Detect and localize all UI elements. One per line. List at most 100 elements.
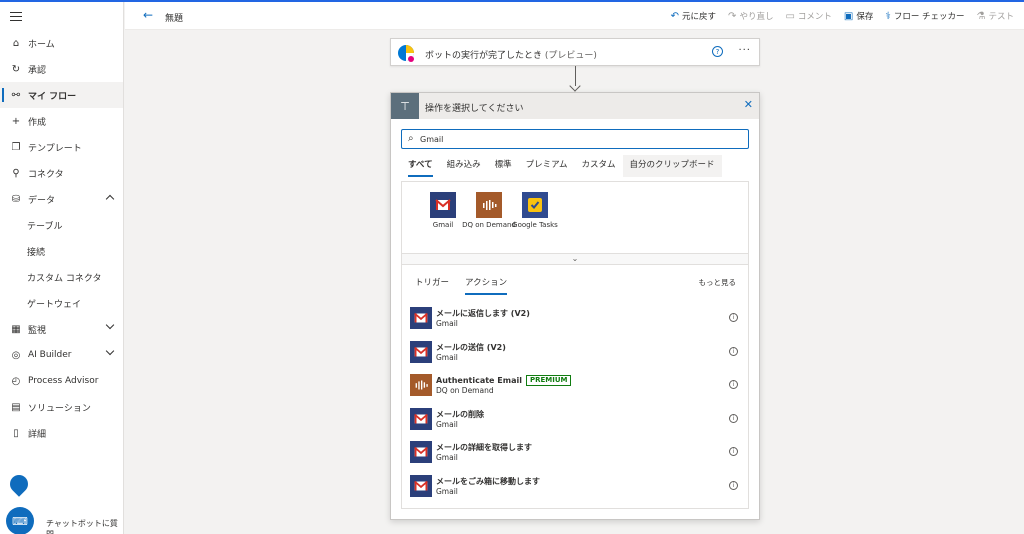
action-connector-name: Gmail: [436, 453, 458, 462]
sidebar-item-monitor[interactable]: ▦ 監視: [0, 316, 123, 342]
close-icon[interactable]: ✕: [744, 98, 753, 111]
redo-icon: ↷: [728, 10, 737, 22]
gmail-icon: [410, 441, 432, 463]
action-name: メールをごみ箱に移動します: [436, 476, 540, 487]
category-tab-5[interactable]: 自分のクリップボード: [622, 155, 722, 177]
sidebar-item-my-flows[interactable]: ⚯ マイ フロー: [0, 82, 123, 108]
sidebar-item-label: 監視: [28, 325, 47, 336]
operation-icon: ⊤: [391, 93, 419, 119]
action-connector-name: DQ on Demand: [436, 386, 494, 395]
comment-icon: ▭: [785, 10, 795, 22]
sidebar-item-label: テンプレート: [28, 143, 82, 154]
info-icon[interactable]: i: [729, 447, 738, 456]
toolbar-button-label: テスト: [988, 12, 1014, 22]
action-item[interactable]: メールをごみ箱に移動します Gmail i: [408, 473, 744, 507]
map-pin-icon: [6, 471, 32, 497]
info-icon[interactable]: i: [729, 480, 738, 490]
action-item[interactable]: メールの詳細を取得します Gmail i: [408, 439, 744, 473]
action-name-label: メールに返信します (V2): [436, 309, 530, 318]
action-results: トリガー アクション もっと見る メールに返信します (V2) Gmail i メールの…: [401, 265, 749, 509]
chatbot-button[interactable]: ⌨: [6, 507, 34, 534]
nav-list: ⌂ ホーム ↻ 承認 ⚯ マイ フロー + 作成 ❐ テンプレート ⚲ コネクタ ⛁ データテーブル接続カ…: [0, 30, 123, 446]
action-item[interactable]: メールの削除 Gmail i: [408, 406, 744, 440]
info-icon[interactable]: i: [729, 346, 738, 356]
connectors-icon: ⚲: [12, 167, 20, 179]
hamburger-menu-icon[interactable]: [10, 12, 22, 22]
dq-on-demand-icon: [476, 192, 502, 218]
sidebar-item-home[interactable]: ⌂ ホーム: [0, 30, 123, 56]
trigger-preview-label: (プレビュー): [544, 51, 597, 61]
action-connector-name: Gmail: [436, 319, 458, 328]
sidebar-item-learn[interactable]: ▯ 詳細: [0, 420, 123, 446]
expand-chevron-icon[interactable]: ⌄: [401, 253, 749, 265]
toolbar-save-button[interactable]: ▣ 保存: [844, 10, 873, 23]
category-tab-0[interactable]: すべて: [401, 155, 440, 177]
approvals-icon: ↻: [11, 63, 21, 75]
action-name-label: メールの送信 (V2): [436, 342, 506, 352]
google-tasks-icon: [522, 192, 548, 218]
see-more-link[interactable]: もっと見る: [699, 277, 737, 288]
sidebar-item-custom-connectors[interactable]: カスタム コネクタ: [0, 264, 123, 290]
action-name-label: メールの詳細を取得します: [436, 443, 532, 452]
action-name-label: メールをごみ箱に移動します: [436, 476, 540, 486]
category-tab-1[interactable]: 組み込み: [440, 155, 488, 177]
category-tab-4[interactable]: カスタム: [575, 155, 623, 177]
undo-icon: ↶: [670, 10, 680, 22]
solutions-icon: ▤: [11, 401, 21, 413]
sidebar-item-connectors[interactable]: ⚲ コネクタ: [0, 160, 123, 186]
trigger-label: ボットの実行が完了したとき: [425, 51, 543, 61]
info-icon[interactable]: i: [729, 380, 738, 389]
action-name-label: Authenticate Email: [436, 376, 522, 385]
sidebar-item-process-advisor[interactable]: ◴ Process Advisor: [0, 368, 123, 394]
sidebar-item-label: カスタム コネクタ: [27, 273, 102, 284]
action-tab-0[interactable]: トリガー: [408, 273, 456, 295]
toolbar-button-label: フロー チェッカー: [893, 12, 965, 22]
toolbar-stethoscope-button[interactable]: ⚕ フロー チェッカー: [885, 10, 965, 23]
toolbar-undo-button[interactable]: ↶ 元に戻す: [670, 10, 717, 23]
chatbot-label[interactable]: チャットボットに質問: [46, 518, 123, 534]
sidebar-item-tables[interactable]: テーブル: [0, 212, 123, 238]
category-tabs: すべて 組み込み 標準 プレミアム カスタム 自分のクリップボード: [401, 155, 722, 177]
sidebar-item-approvals[interactable]: ↻ 承認: [0, 56, 123, 82]
info-icon[interactable]: i: [729, 313, 738, 322]
sidebar-item-label: テーブル: [27, 221, 63, 232]
sidebar-item-data[interactable]: ⛁ データ: [0, 186, 123, 212]
gmail-icon: [410, 340, 432, 363]
action-item[interactable]: メールに返信します (V2) Gmail i: [408, 305, 744, 339]
sidebar-item-ai-builder[interactable]: ◎ AI Builder: [0, 342, 123, 368]
more-options-icon[interactable]: ···: [738, 45, 751, 56]
sidebar-item-create[interactable]: + 作成: [0, 108, 123, 134]
search-box[interactable]: ⌕: [401, 129, 749, 149]
choose-operation-panel: ⊤ 操作を選択してください ✕ ⌕ すべて組み込み標準プレミアムカスタム自分のク…: [390, 92, 760, 520]
premium-badge: PREMIUM: [525, 375, 572, 386]
info-icon[interactable]: i: [729, 413, 738, 423]
trigger-card[interactable]: ボットの実行が完了したとき (プレビュー) ? ···: [390, 38, 760, 66]
sidebar-item-gateways[interactable]: ゲートウェイ: [0, 290, 123, 316]
connector-google-tasks[interactable]: Google Tasks: [508, 192, 562, 230]
sidebar-item-templates[interactable]: ❐ テンプレート: [0, 134, 123, 160]
toolbar-button-label: やり直し: [739, 12, 774, 22]
chat-icon: ⌨: [12, 514, 28, 528]
action-item[interactable]: メールの送信 (V2) Gmail i: [408, 339, 744, 373]
action-tab-1[interactable]: アクション: [458, 273, 514, 295]
flow-title[interactable]: 無題: [165, 11, 183, 24]
sidebar-item-solutions[interactable]: ▤ ソリューション: [0, 394, 123, 420]
help-icon[interactable]: ?: [712, 46, 723, 57]
gmail-icon: [410, 407, 432, 430]
action-connector-name: Gmail: [436, 486, 458, 496]
category-tab-3[interactable]: プレミアム: [519, 155, 575, 177]
category-tab-2[interactable]: 標準: [488, 155, 519, 177]
toolbar-button-label: 元に戻す: [682, 12, 717, 22]
ai-builder-icon: ◎: [11, 349, 21, 361]
my-flows-icon: ⚯: [11, 89, 21, 101]
create-icon: +: [11, 115, 21, 127]
action-name: メールの送信 (V2): [436, 342, 506, 353]
connector-label: Google Tasks: [512, 221, 558, 229]
back-arrow-icon[interactable]: ←: [143, 9, 153, 21]
sidebar-item-label: 承認: [28, 65, 47, 76]
chevron-up-icon: [105, 194, 115, 204]
action-item[interactable]: Authenticate Email PREMIUM DQ on Demand i: [408, 372, 744, 406]
action-connector-name: Gmail: [436, 419, 458, 429]
search-input[interactable]: [420, 132, 740, 146]
sidebar-item-connections[interactable]: 接続: [0, 238, 123, 264]
